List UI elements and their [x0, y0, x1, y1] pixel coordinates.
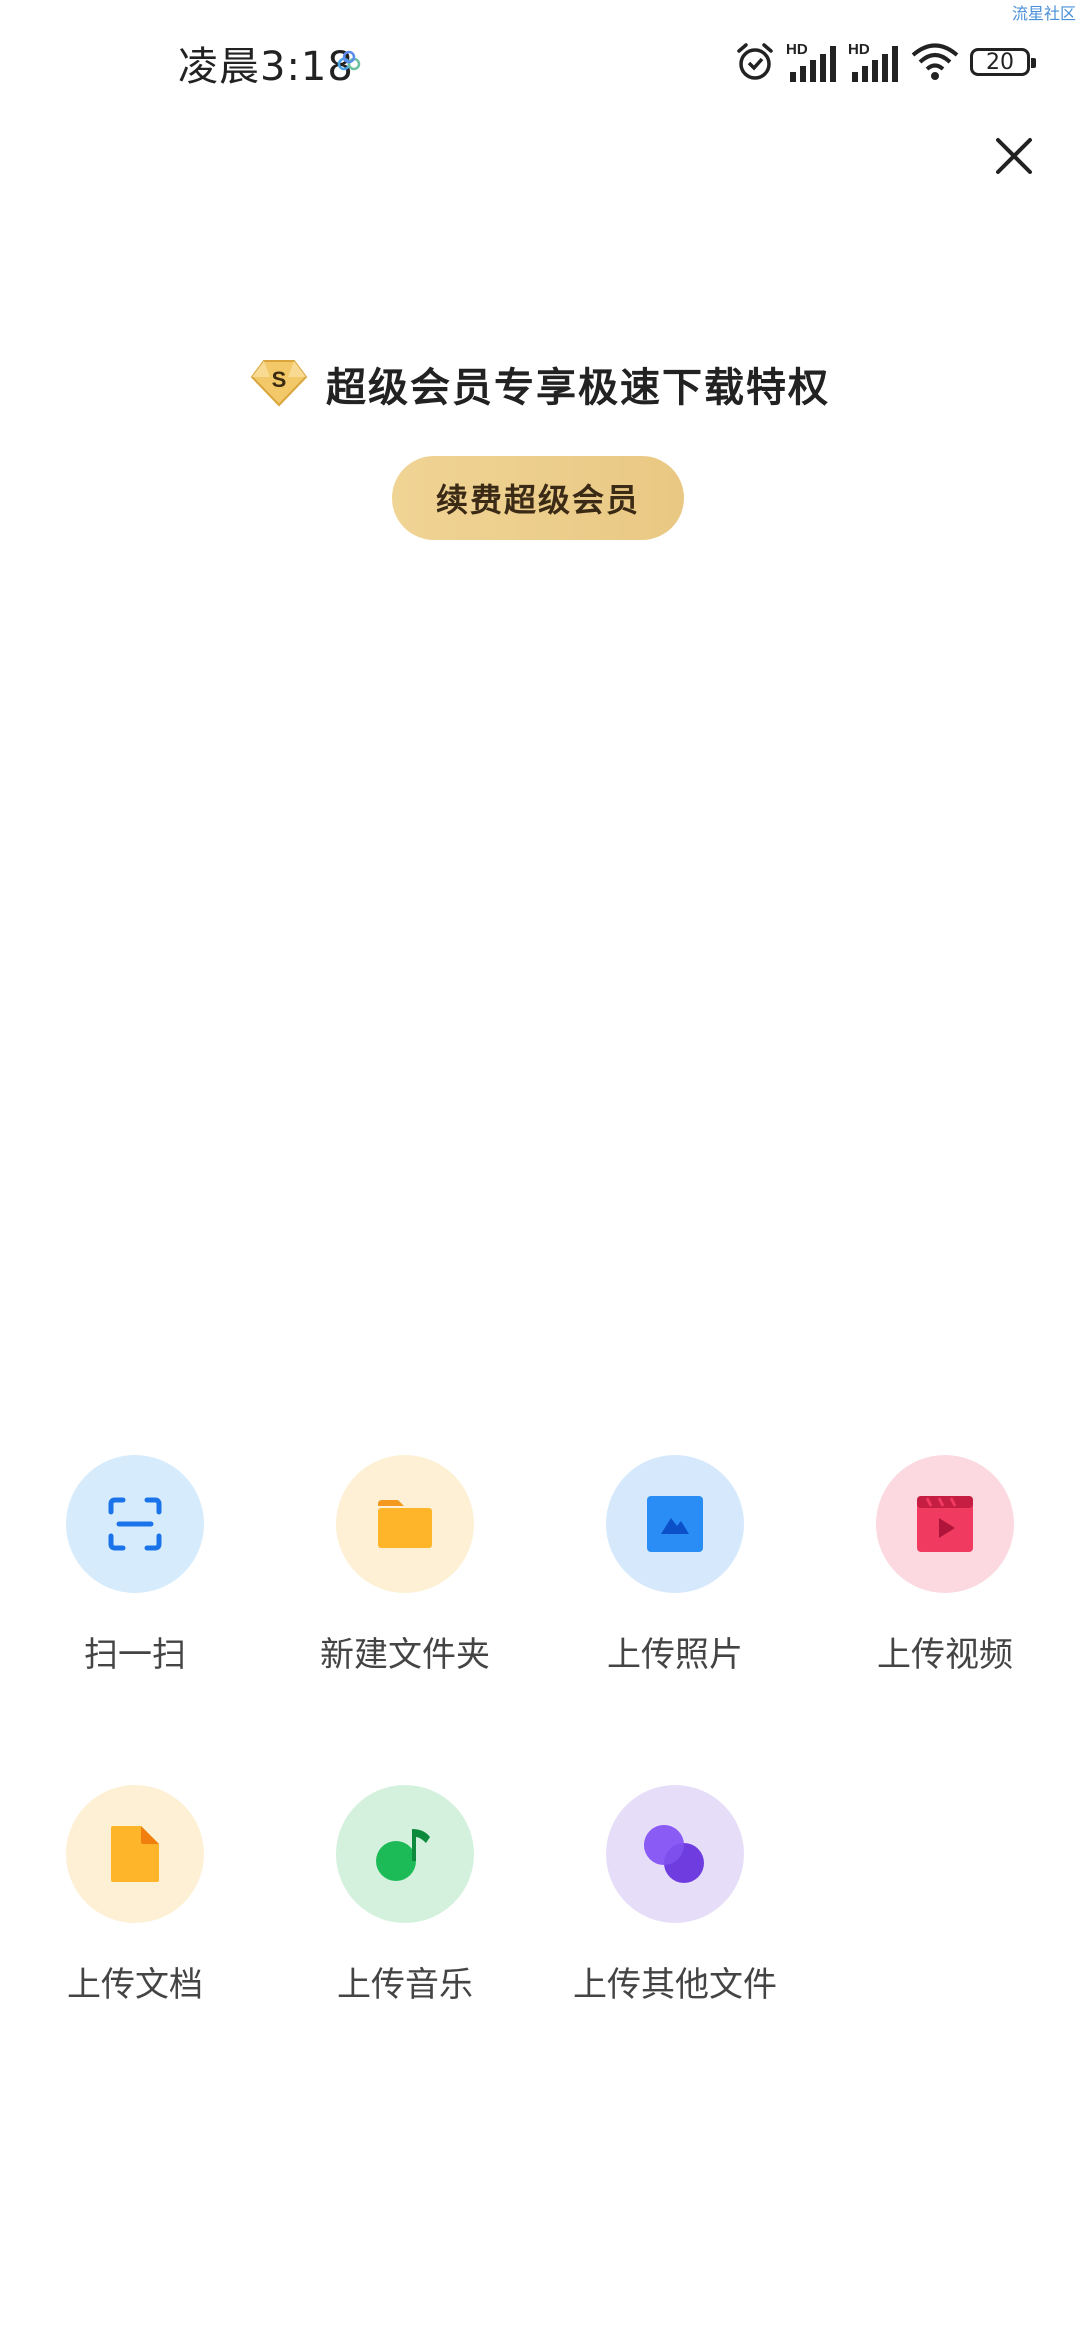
action-label: 上传照片 [607, 1635, 743, 1675]
action-scan[interactable]: 扫一扫 [0, 1455, 270, 1676]
action-row-2: 上传文档 上传音乐 上传其他文件 [0, 1785, 1080, 2045]
vip-badge-letter: S [272, 367, 287, 392]
cloud-sync-icon [336, 50, 362, 72]
status-bar: 流星社区 凌晨3:18 HD HD 20 [0, 0, 1080, 120]
scan-icon-circle [66, 1455, 204, 1593]
folder-icon-circle [336, 1455, 474, 1593]
action-label: 上传音乐 [337, 1965, 473, 2005]
action-label: 上传视频 [877, 1635, 1013, 1675]
folder-icon [378, 1500, 432, 1548]
video-icon [917, 1496, 973, 1552]
action-upload-photo[interactable]: 上传照片 [540, 1455, 810, 1676]
action-upload-video[interactable]: 上传视频 [810, 1455, 1080, 1676]
other-file-icon-circle [606, 1785, 744, 1923]
photo-icon-circle [606, 1455, 744, 1593]
action-upload-document[interactable]: 上传文档 [0, 1785, 270, 2006]
music-icon [376, 1829, 430, 1881]
action-label: 上传其他文件 [573, 1965, 777, 2005]
action-new-folder[interactable]: 新建文件夹 [270, 1455, 540, 1676]
wifi-icon [910, 42, 960, 82]
status-icons: HD HD 20 [734, 38, 1036, 86]
status-time: 凌晨3:18 [178, 44, 354, 90]
alarm-icon [734, 41, 776, 83]
close-button[interactable] [984, 128, 1044, 188]
action-label: 新建文件夹 [320, 1635, 490, 1675]
photo-icon [647, 1496, 703, 1552]
document-icon [111, 1826, 159, 1882]
music-icon-circle [336, 1785, 474, 1923]
scan-icon [108, 1497, 162, 1551]
video-icon-circle [876, 1455, 1014, 1593]
action-upload-music[interactable]: 上传音乐 [270, 1785, 540, 2006]
svg-text:HD: HD [848, 41, 870, 58]
renew-vip-button[interactable]: 续费超级会员 [392, 456, 684, 540]
document-icon-circle [66, 1785, 204, 1923]
svg-text:HD: HD [786, 41, 808, 58]
action-upload-other[interactable]: 上传其他文件 [540, 1785, 810, 2006]
vip-diamond-icon: S [250, 357, 308, 411]
close-icon [994, 136, 1034, 180]
vip-promo: S 超级会员专享极速下载特权 [0, 355, 1080, 413]
action-row-1: 扫一扫 新建文件夹 上传照片 上传视频 [0, 1455, 1080, 1715]
promo-title: 超级会员专享极速下载特权 [326, 365, 830, 411]
action-label: 扫一扫 [84, 1635, 186, 1675]
signal-hd-icon-2: HD [848, 40, 900, 84]
other-file-icon [644, 1825, 704, 1883]
signal-hd-icon-1: HD [786, 40, 838, 84]
watermark: 流星社区 [1011, 4, 1076, 23]
battery-indicator: 20 [970, 48, 1036, 76]
action-label: 上传文档 [67, 1965, 203, 2005]
